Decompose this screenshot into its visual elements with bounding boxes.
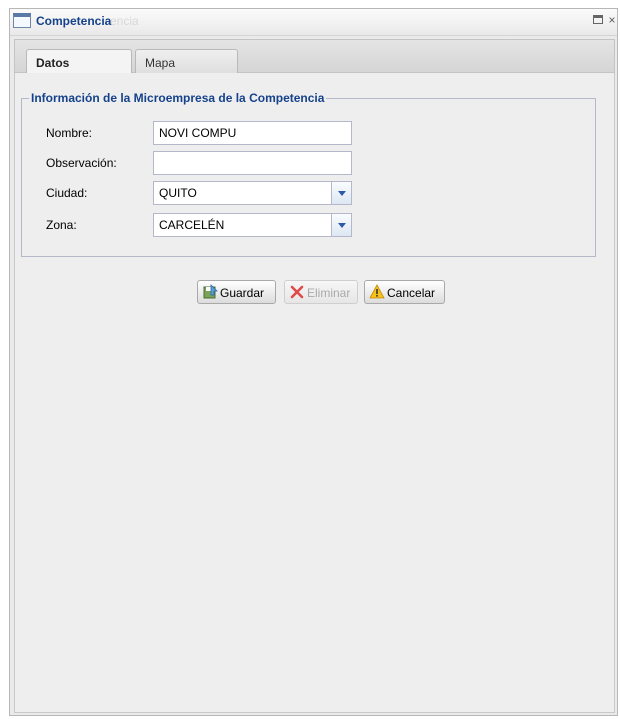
window-title-ghost: encia: [110, 14, 139, 28]
ciudad-label: Ciudad:: [46, 186, 88, 200]
delete-icon: [290, 285, 304, 299]
ciudad-combo[interactable]: QUITO: [153, 181, 352, 205]
observacion-label: Observación:: [46, 156, 117, 170]
tab-mapa[interactable]: Mapa: [135, 49, 238, 74]
tab-strip: Datos Mapa: [14, 39, 615, 75]
tab-datos[interactable]: Datos: [26, 49, 132, 75]
row-ciudad: Ciudad: QUITO: [46, 181, 366, 205]
nombre-label: Nombre:: [46, 126, 93, 140]
guardar-button[interactable]: Guardar: [197, 280, 276, 304]
close-icon[interactable]: ×: [607, 14, 617, 26]
fieldset-legend: Información de la Microempresa de la Com…: [31, 91, 325, 105]
row-observacion: Observación:: [46, 151, 366, 175]
observacion-input[interactable]: [153, 151, 352, 175]
cancelar-button[interactable]: Cancelar: [364, 280, 445, 304]
ciudad-dropdown-icon[interactable]: [331, 182, 351, 204]
save-icon: [203, 284, 218, 299]
zona-dropdown-icon[interactable]: [331, 214, 351, 236]
window-title: Competencia: [36, 14, 112, 28]
window-titlebar[interactable]: Competencia encia ×: [10, 9, 617, 36]
eliminar-button[interactable]: Eliminar: [284, 280, 358, 304]
eliminar-label: Eliminar: [307, 286, 351, 300]
row-zona: Zona: CARCELÉN: [46, 213, 366, 237]
maximize-icon[interactable]: [593, 15, 603, 24]
guardar-label: Guardar: [220, 286, 265, 300]
nombre-input[interactable]: NOVI COMPU: [153, 121, 352, 145]
zona-label: Zona:: [46, 218, 77, 232]
row-nombre: Nombre: NOVI COMPU: [46, 121, 366, 145]
zona-combo[interactable]: CARCELÉN: [153, 213, 352, 237]
window-icon: [13, 13, 31, 28]
cancelar-label: Cancelar: [387, 286, 436, 300]
warning-icon: [369, 284, 385, 299]
